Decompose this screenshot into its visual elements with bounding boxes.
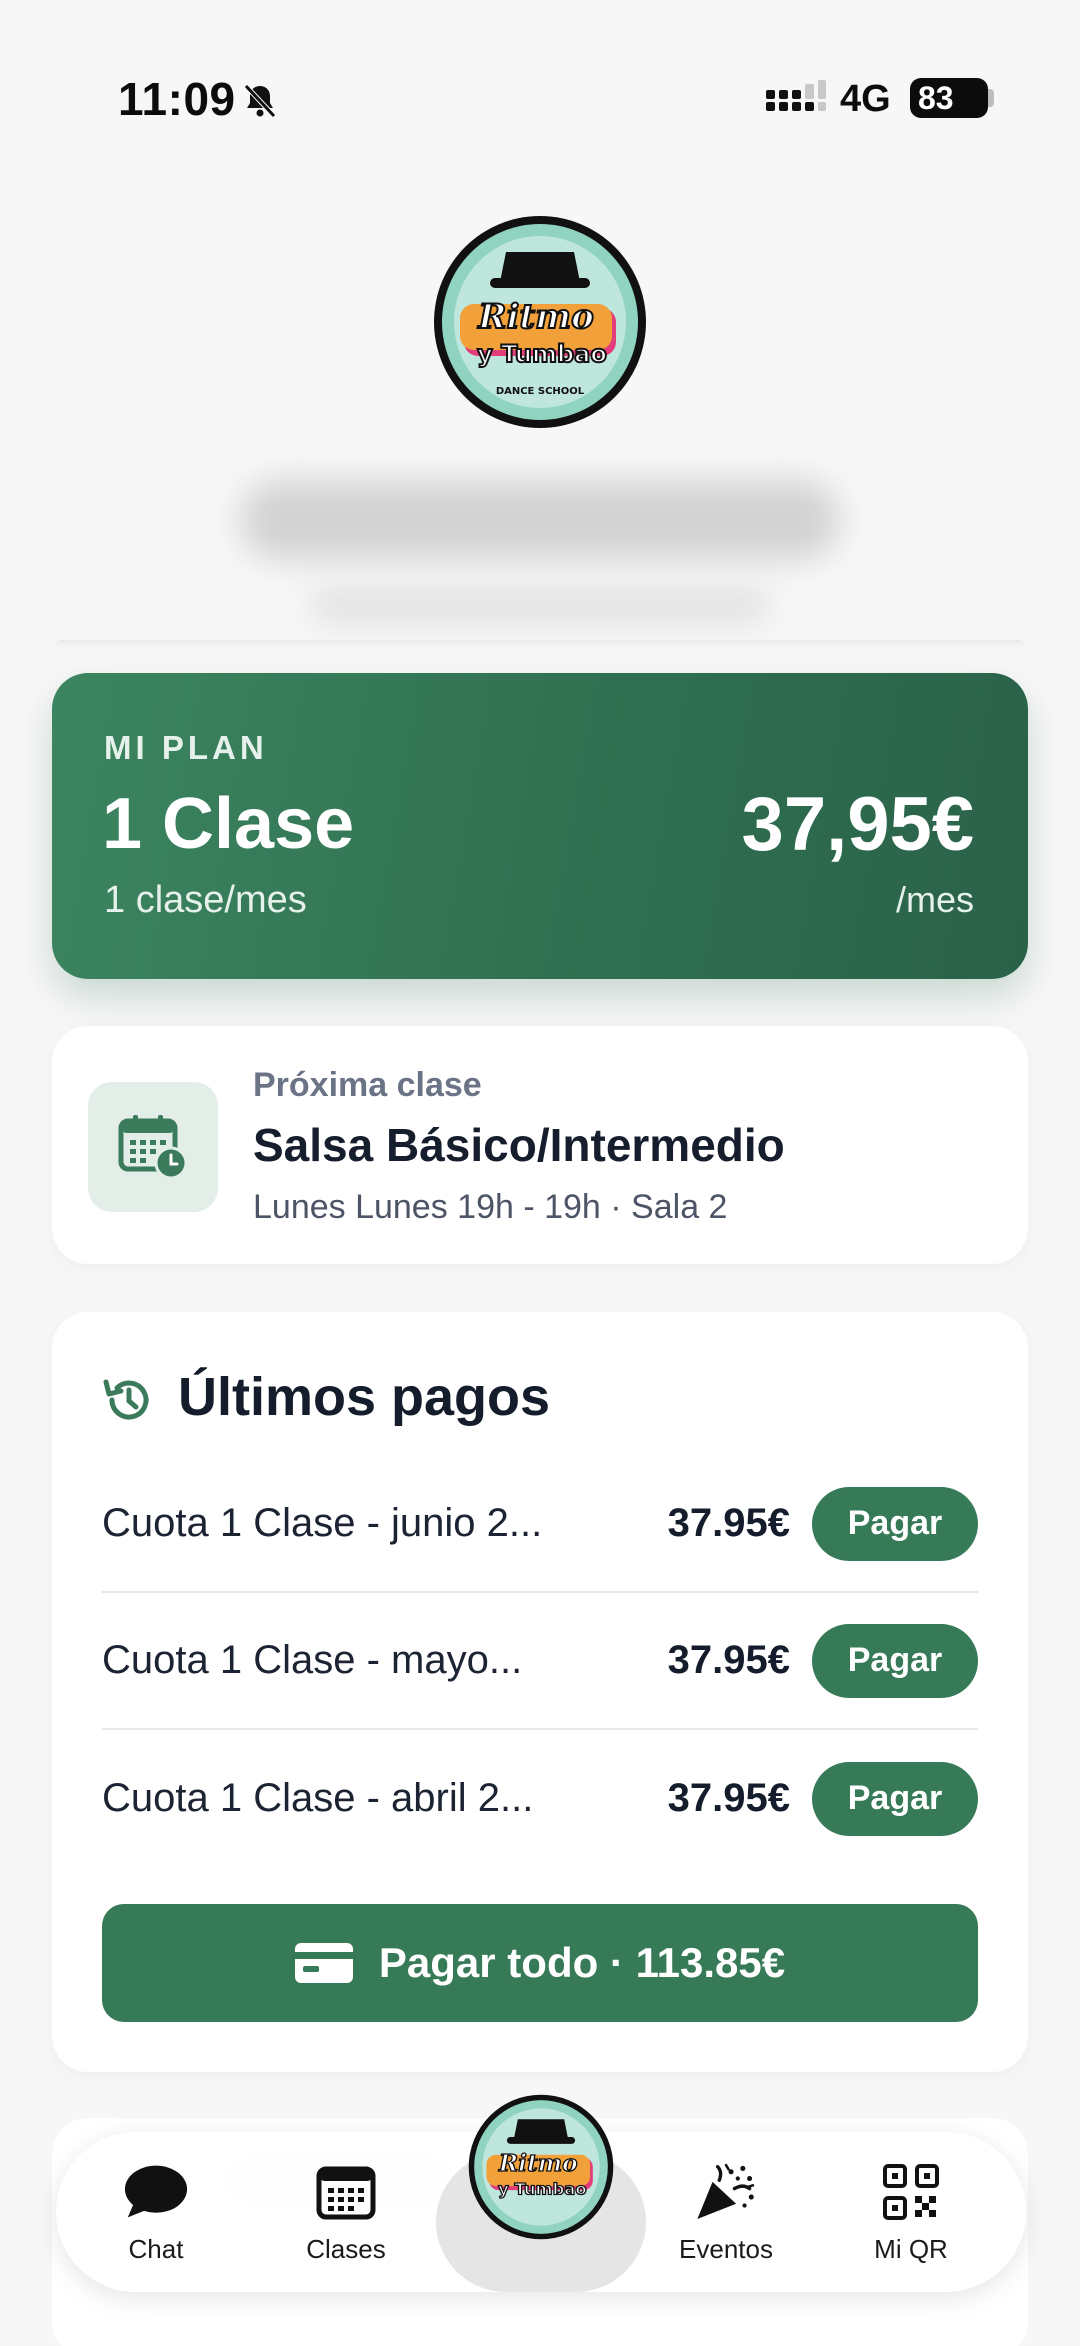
payment-description: Cuota 1 Clase - abril 2... — [102, 1776, 534, 1820]
plan-period: /mes — [895, 879, 974, 920]
logo-tagline: DANCE SCHOOL — [496, 386, 585, 397]
tab-chat[interactable]: Chat — [96, 2132, 216, 2292]
logo-line2: y Tumbao — [477, 340, 607, 368]
plan-price: 37,95€ — [741, 782, 974, 867]
next-class-title: Salsa Básico/Intermedio — [253, 1119, 785, 1171]
tab-label: Chat — [128, 2233, 184, 2264]
status-time: 11:09 — [118, 73, 236, 125]
plan-card[interactable]: MI PLAN 1 Clase 1 clase/mes 37,95€ /mes — [52, 673, 1028, 979]
battery-tip — [988, 89, 994, 107]
blurred-user-name — [240, 480, 840, 560]
next-class-label: Próxima clase — [253, 1066, 482, 1104]
credit-card-icon — [294, 1943, 353, 1983]
calendar-icon — [314, 2160, 378, 2224]
pay-all-label: Pagar todo · 113.85€ — [378, 1939, 786, 1986]
party-popper-icon — [694, 2160, 758, 2224]
tab-label: Clases — [306, 2233, 386, 2264]
tab-logo-line1: Ritmo — [498, 2150, 578, 2177]
chat-bubble-icon — [124, 2160, 188, 2224]
bell-muted-icon — [244, 84, 276, 118]
pay-all-button[interactable]: Pagar todo · 113.85€ — [102, 1904, 978, 2022]
header-divider — [56, 640, 1024, 650]
payment-row: Cuota 1 Clase - junio 2... 37.95€ Pagar — [102, 1456, 978, 1593]
pay-button[interactable]: Pagar — [812, 1486, 978, 1561]
payment-row: Cuota 1 Clase - abril 2... 37.95€ Pagar — [102, 1730, 978, 1867]
payments-title: Últimos pagos — [178, 1367, 551, 1427]
status-bar: 11:09 4G 83 — [0, 0, 1080, 200]
tab-label: Mi QR — [874, 2233, 948, 2264]
payment-description: Cuota 1 Clase - mayo... — [102, 1638, 523, 1682]
next-class-card[interactable]: Próxima clase Salsa Básico/Intermedio Lu… — [52, 1026, 1028, 1264]
payment-row: Cuota 1 Clase - mayo... 37.95€ Pagar — [102, 1593, 978, 1730]
payment-description: Cuota 1 Clase - junio 2... — [102, 1501, 543, 1545]
payment-amount: 37.95€ — [667, 1638, 790, 1682]
battery-indicator: 83 — [910, 78, 988, 118]
school-logo: Ritmo y Tumbao DANCE SCHOOL — [434, 216, 646, 428]
pay-button[interactable]: Pagar — [812, 1761, 978, 1836]
payment-amount: 37.95€ — [667, 1776, 790, 1820]
signal-icon — [766, 80, 826, 111]
history-icon — [103, 1379, 149, 1420]
calendar-clock-icon — [88, 1082, 218, 1212]
logo-line1: Ritmo — [477, 297, 594, 337]
tab-mi-qr[interactable]: Mi QR — [851, 2132, 971, 2292]
qr-code-icon — [879, 2160, 943, 2224]
tab-bar: Chat Clases Ritmo y Tumbao Eventos Mi QR — [56, 2094, 1026, 2292]
tab-label: Eventos — [679, 2233, 773, 2264]
network-type: 4G — [840, 78, 891, 120]
next-class-detail: Lunes Lunes 19h - 19h · Sala 2 — [253, 1188, 728, 1226]
pay-button[interactable]: Pagar — [812, 1623, 978, 1698]
tab-clases[interactable]: Clases — [286, 2132, 406, 2292]
payment-amount: 37.95€ — [667, 1501, 790, 1545]
payments-card: Últimos pagos Cuota 1 Clase - junio 2...… — [52, 1312, 1028, 2072]
school-logo-tab-icon[interactable]: Ritmo y Tumbao — [466, 2092, 616, 2242]
plan-frequency: 1 clase/mes — [104, 879, 307, 921]
plan-label: MI PLAN — [104, 729, 268, 766]
blurred-user-subtitle — [310, 585, 770, 625]
plan-name: 1 Clase — [102, 784, 355, 864]
tab-logo-line2: y Tumbao — [498, 2179, 586, 2198]
tab-eventos[interactable]: Eventos — [656, 2132, 796, 2292]
battery-level: 83 — [918, 79, 954, 116]
